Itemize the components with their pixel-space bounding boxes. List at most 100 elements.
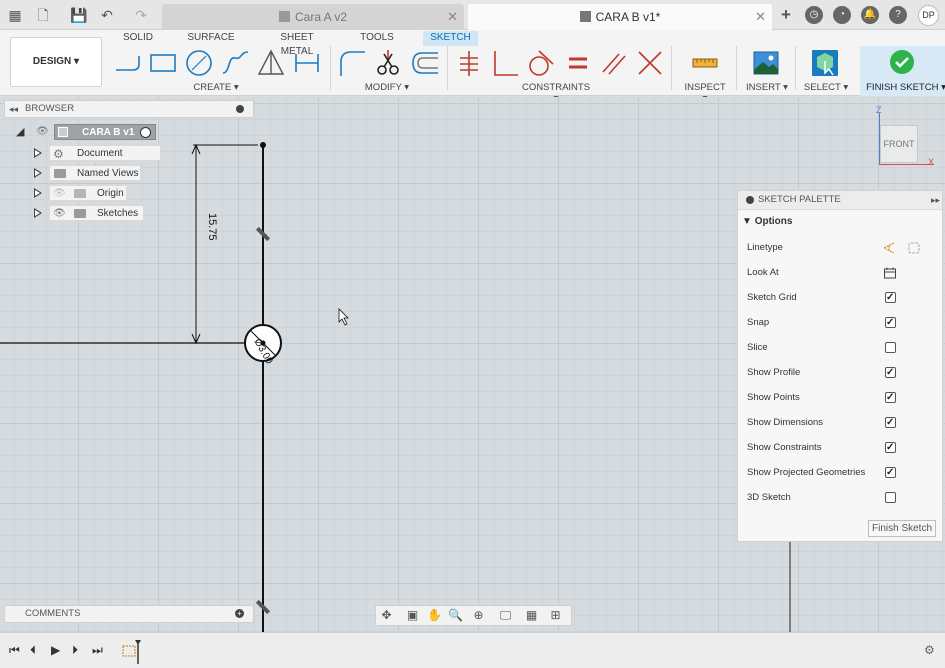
spline-tool-icon[interactable] [220, 48, 250, 78]
look-at-icon[interactable] [883, 266, 897, 280]
redo-icon[interactable]: ↷ [132, 6, 150, 24]
add-comment-icon[interactable]: + [235, 609, 244, 618]
root-component-chip[interactable]: CARA B v1 [54, 124, 156, 140]
rectangle-tool-icon[interactable] [148, 48, 178, 78]
file-menu-icon[interactable]: 🗋 [34, 6, 52, 24]
snap-checkbox[interactable] [885, 313, 896, 333]
tab-sketch[interactable]: SKETCH [423, 31, 478, 46]
tab-cara-a[interactable]: Cara A v2 ✕ [162, 4, 464, 30]
timeline-settings-gear-icon[interactable]: ⚙ [924, 643, 935, 657]
3d-sketch-checkbox[interactable] [885, 492, 896, 503]
save-icon[interactable]: 💾 [70, 6, 88, 24]
fit-icon[interactable]: ⊕ [471, 608, 486, 623]
dimension-value[interactable]: 15.75 [206, 213, 218, 253]
line-tool-icon[interactable] [113, 48, 143, 78]
browser-item-origin[interactable]: 👁 Origin [34, 185, 164, 201]
tab-cara-b[interactable]: CARA B v1* ✕ [468, 4, 772, 30]
expand-triangle-icon[interactable] [34, 188, 42, 198]
group-create[interactable]: CREATE ▾ [190, 82, 242, 93]
visibility-eye-icon[interactable]: 👁 [53, 206, 66, 222]
browser-item-chip[interactable]: 👁 Origin [49, 185, 127, 201]
grid-settings-icon[interactable]: ▦ [524, 608, 539, 623]
browser-item-chip[interactable]: ⚙ Document Settings [49, 145, 161, 175]
palette-pin-icon[interactable] [746, 196, 754, 204]
orbit-icon[interactable]: ✥ [379, 608, 394, 623]
polygon-tool-icon[interactable] [256, 48, 286, 78]
expand-triangle-icon[interactable] [34, 168, 42, 178]
show-profile-checkbox[interactable] [885, 363, 896, 383]
sketch-grid-checkbox[interactable] [885, 288, 896, 308]
browser-root-row[interactable]: ◢ 👁 CARA B v1 [16, 124, 158, 140]
look-at-icon[interactable]: ▣ [405, 608, 420, 623]
show-constraints-checkbox[interactable] [885, 438, 896, 458]
expand-triangle-icon[interactable] [34, 208, 42, 218]
go-to-start-icon[interactable]: ⏮ [9, 643, 20, 658]
close-icon[interactable]: ✕ [755, 4, 766, 30]
play-icon[interactable]: ▶ [51, 643, 60, 657]
tab-tools[interactable]: TOOLS [357, 31, 397, 46]
slice-checkbox[interactable] [885, 342, 896, 353]
extensions-icon[interactable]: ◷ [805, 6, 823, 24]
browser-item-named-views[interactable]: Named Views [34, 165, 164, 181]
collapse-panel-icon[interactable]: ◂◂ [9, 101, 18, 117]
job-status-icon[interactable]: ◔ [833, 6, 851, 24]
show-projected-geometries-checkbox[interactable] [885, 463, 896, 483]
collapse-triangle-icon[interactable]: ◢ [16, 124, 24, 140]
coincident-constraint-icon[interactable] [454, 48, 484, 78]
avatar[interactable]: DP [918, 5, 939, 26]
step-back-icon[interactable]: ⏴ [30, 643, 36, 658]
insert-image-icon[interactable] [751, 48, 781, 78]
browser-item-chip[interactable]: Named Views [49, 165, 141, 181]
browser-panel-header[interactable]: ◂◂ BROWSER [4, 100, 254, 118]
palette-finish-sketch-button[interactable]: Finish Sketch [868, 520, 936, 537]
browser-item-document-settings[interactable]: ⚙ Document Settings [34, 145, 164, 175]
group-modify[interactable]: MODIFY ▾ [360, 82, 414, 93]
undo-icon[interactable]: ↶ [98, 6, 116, 24]
help-icon[interactable]: ? [889, 6, 907, 24]
workspace-switcher[interactable]: DESIGN ▾ [10, 37, 102, 87]
close-icon[interactable]: ✕ [447, 4, 458, 30]
notifications-icon[interactable]: 🔔 [861, 6, 879, 24]
display-settings-icon[interactable]: 🖵 [498, 608, 513, 623]
show-points-checkbox[interactable] [885, 388, 896, 408]
zoom-icon[interactable]: 🔍 [448, 608, 463, 623]
browser-item-chip[interactable]: 👁 Sketches [49, 205, 144, 221]
centerline-linetype-icon[interactable] [907, 241, 921, 255]
activate-radio-icon[interactable] [140, 127, 151, 138]
sketch-palette-header[interactable]: SKETCH PALETTE ▸▸ [738, 191, 942, 210]
step-forward-icon[interactable]: ⏵ [72, 643, 78, 658]
new-tab-icon[interactable]: + [777, 6, 795, 24]
tab-sheet-metal[interactable]: SHEET METAL [264, 31, 330, 57]
expand-panel-icon[interactable]: ▸▸ [931, 191, 940, 209]
browser-item-sketches[interactable]: 👁 Sketches [34, 205, 164, 221]
visibility-eye-icon[interactable]: 👁 [36, 124, 49, 140]
comments-panel[interactable]: COMMENTS + [4, 605, 254, 623]
circle-tool-icon[interactable] [184, 48, 214, 78]
sketch-feature-icon[interactable] [121, 638, 145, 664]
trim-tool-icon[interactable] [373, 48, 403, 78]
tab-solid[interactable]: SOLID [118, 31, 158, 46]
view-cube-front-face[interactable]: FRONT [880, 125, 918, 163]
tab-surface[interactable]: SURFACE [186, 31, 236, 46]
minimize-icon[interactable] [236, 105, 244, 113]
options-section-header[interactable]: ▼ Options [742, 216, 792, 227]
dimension-tool-icon[interactable] [292, 48, 322, 78]
tangent-constraint-icon[interactable] [525, 48, 555, 78]
go-to-end-icon[interactable]: ⏭ [92, 643, 103, 658]
pan-hand-icon[interactable]: ✋ [427, 608, 442, 623]
select-icon[interactable] [810, 48, 840, 78]
measure-icon[interactable] [690, 48, 720, 78]
equal-constraint-icon[interactable] [563, 48, 593, 78]
finish-sketch-button[interactable]: FINISH SKETCH ▾ [860, 46, 945, 96]
group-insert[interactable]: INSERT ▾ [745, 82, 789, 93]
midpoint-constraint-icon[interactable] [635, 48, 665, 78]
perpendicular-constraint-icon[interactable] [490, 48, 520, 78]
group-select[interactable]: SELECT ▾ [803, 82, 849, 93]
apps-grid-icon[interactable]: ▦ [6, 6, 24, 24]
view-cube[interactable]: FRONT Z X [870, 105, 938, 169]
offset-tool-icon[interactable] [410, 48, 440, 78]
hidden-eye-icon[interactable]: 👁 [53, 186, 66, 202]
viewports-icon[interactable]: ⊞ [548, 608, 563, 623]
show-dimensions-checkbox[interactable] [885, 413, 896, 433]
parallel-constraint-icon[interactable] [599, 48, 629, 78]
